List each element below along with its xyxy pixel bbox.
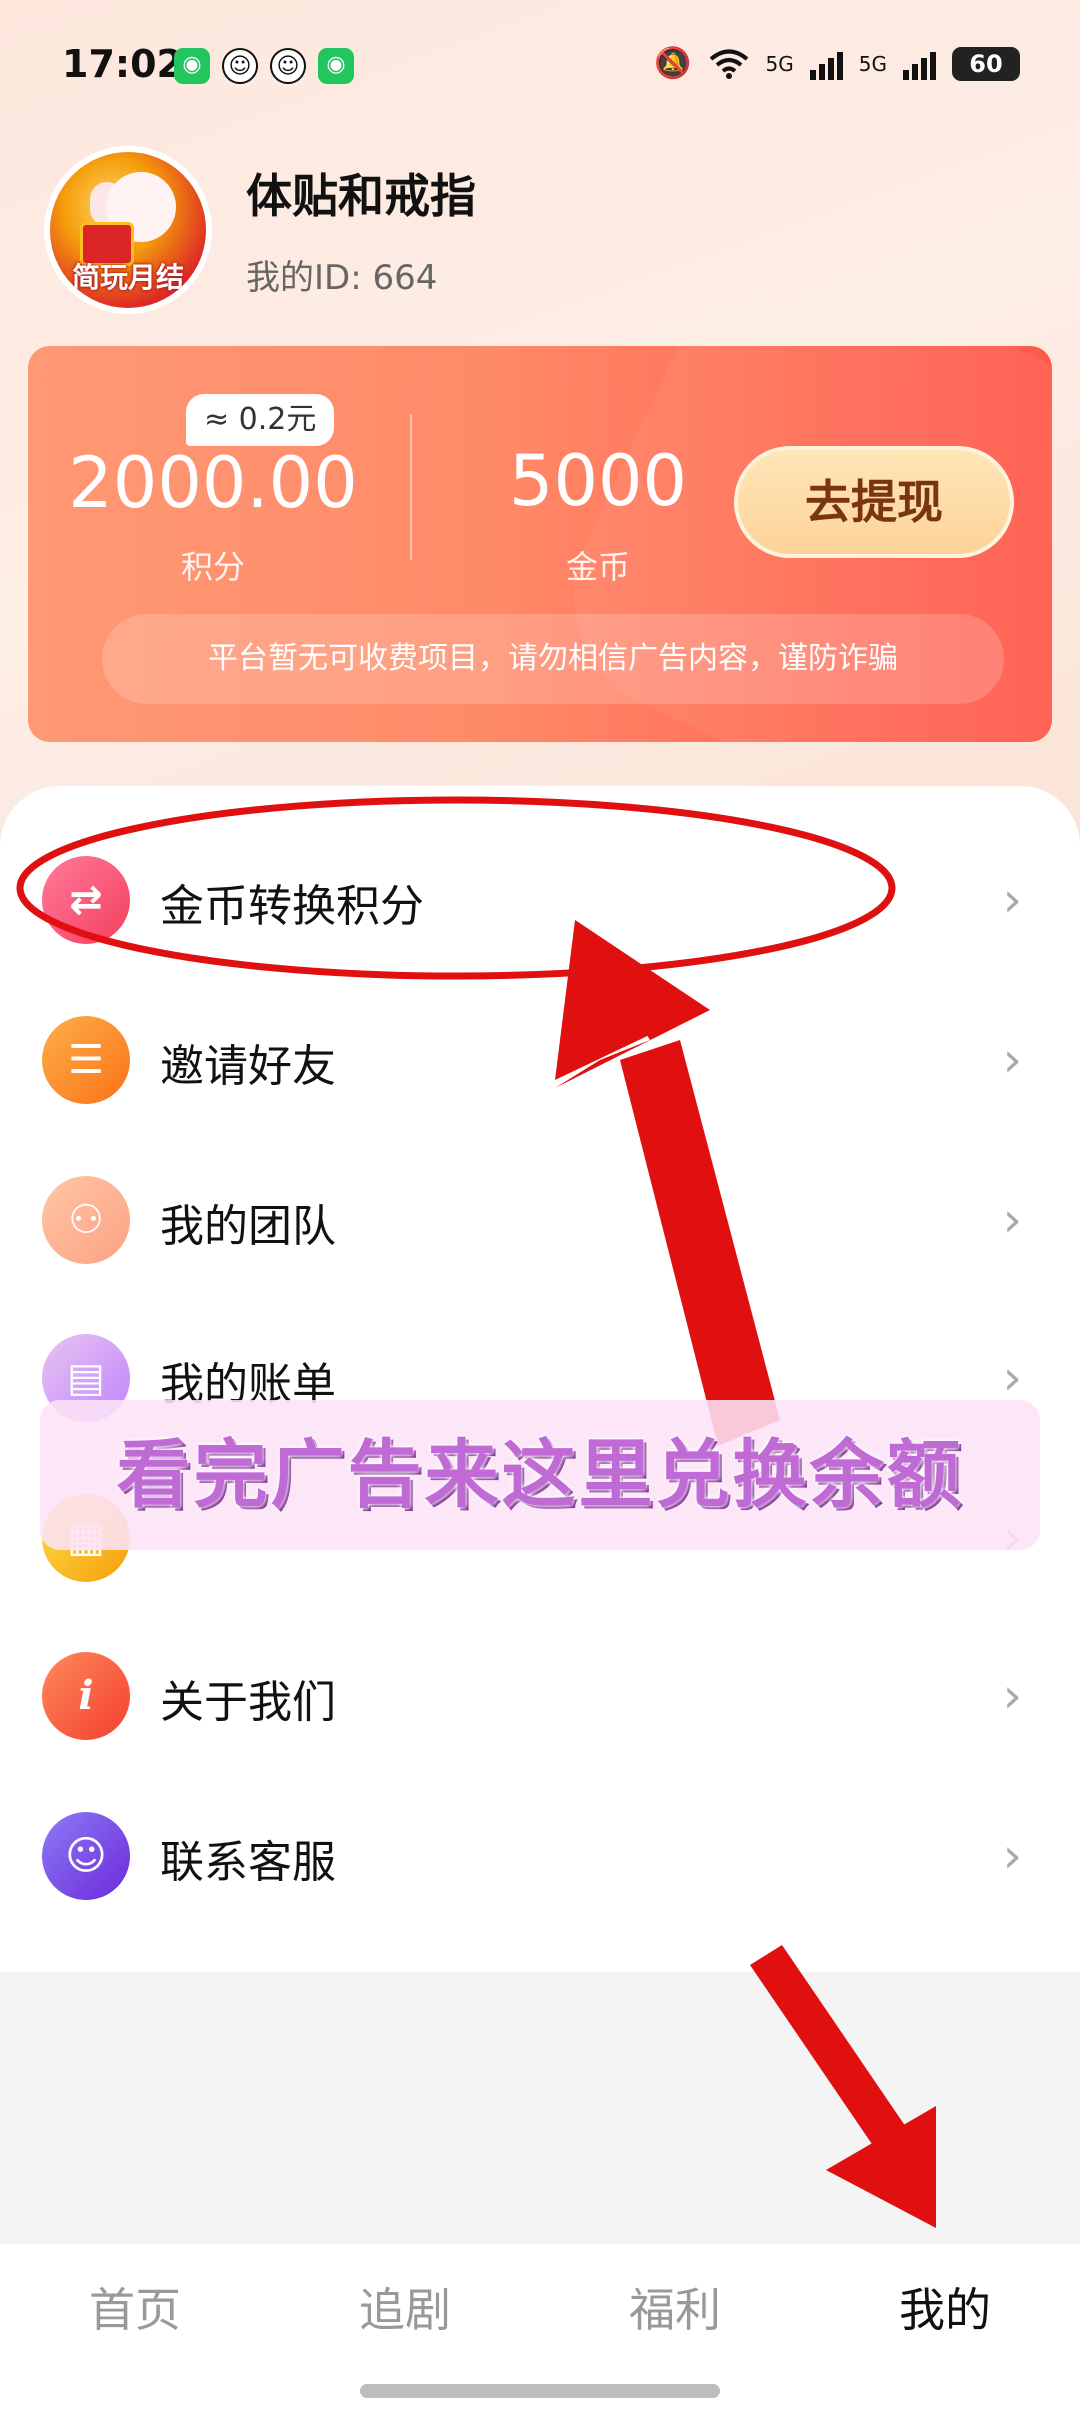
points-value: 2000.00 [68,442,358,524]
menu-item-label: 我的团队 [160,1201,336,1252]
chevron-right-icon: › [1002,1032,1022,1088]
signal-icon [809,48,843,80]
withdraw-button[interactable]: 去提现 [734,446,1014,558]
promo-banner-text: 看完广告来这里兑换余额 [40,1400,1040,1550]
team-icon: ⚇ [42,1176,130,1264]
menu-item-contact-support[interactable]: ☺ 联系客服 › [0,1776,1080,1936]
wifi-icon [709,49,748,79]
coins-label: 金币 [565,548,630,586]
network-type: 5G [765,51,794,76]
qq-icon: ☺ [222,48,258,84]
menu-item-label: 金币转换积分 [160,881,424,932]
signal-icon-2 [903,48,936,80]
battery-icon: 60 [952,46,1020,81]
avatar[interactable]: 简玩月结 [44,146,212,314]
exchange-arrows-icon: ⇄ [42,856,130,944]
arrow-down-icon [750,1945,936,2228]
menu-item-about-us[interactable]: i 关于我们 › [0,1616,1080,1776]
coins-value: 5000 [508,440,688,522]
network-type-2: 5G [858,51,887,76]
nav-tab-drama[interactable]: 追剧 [270,2274,540,2340]
qq-icon: ☺ [270,48,306,84]
avatar-logo-text: 简玩月结 [71,261,184,294]
points-label: 积分 [180,548,245,586]
points-card: ≈ 0.2元 2000.00 积分 5000 金币 去提现 平台暂无可收费项目，… [28,346,1052,742]
customer-service-icon: ☺ [42,1812,130,1900]
user-id: 我的ID: 664 [246,258,438,298]
status-bar: 17:02 ◉ ☺ ☺ ◉ 🔕 5G 5G 60 [0,0,1080,130]
chevron-right-icon: › [1002,1828,1022,1884]
menu-item-label: 邀请好友 [160,1041,336,1092]
wechat-icon: ◉ [174,48,210,84]
card-divider [410,414,412,560]
chevron-right-icon: › [1002,1192,1022,1248]
nav-tab-welfare[interactable]: 福利 [540,2274,810,2340]
menu-list: ⇄ 金币转换积分 › ☰ 邀请好友 › ⚇ 我的团队 › ▤ 我的账单 › ▦ … [0,786,1080,1972]
chevron-right-icon: › [1002,872,1022,928]
status-time: 17:02 [62,42,183,86]
menu-item-label: 联系客服 [160,1837,336,1888]
wechat-icon: ◉ [318,48,354,84]
mute-bell-icon: 🔕 [654,46,692,81]
nav-tab-mine[interactable]: 我的 [810,2274,1080,2340]
menu-item-my-team[interactable]: ⚇ 我的团队 › [0,1140,1080,1300]
username: 体贴和戒指 [246,169,476,223]
info-icon: i [42,1652,130,1740]
anti-fraud-notice: 平台暂无可收费项目，请勿相信广告内容，谨防诈骗 [102,614,1004,704]
menu-item-label: 关于我们 [160,1677,336,1728]
approx-value-badge: ≈ 0.2元 [186,394,335,446]
menu-item-invite-friends[interactable]: ☰ 邀请好友 › [0,980,1080,1140]
menu-item-coins-to-points[interactable]: ⇄ 金币转换积分 › [0,820,1080,980]
invite-card-icon: ☰ [42,1016,130,1104]
system-icons: 🔕 5G 5G 60 [654,46,1020,81]
home-indicator[interactable] [360,2384,720,2398]
nav-tab-home[interactable]: 首页 [0,2274,270,2340]
chevron-right-icon: › [1002,1350,1022,1406]
chevron-right-icon: › [1002,1668,1022,1724]
